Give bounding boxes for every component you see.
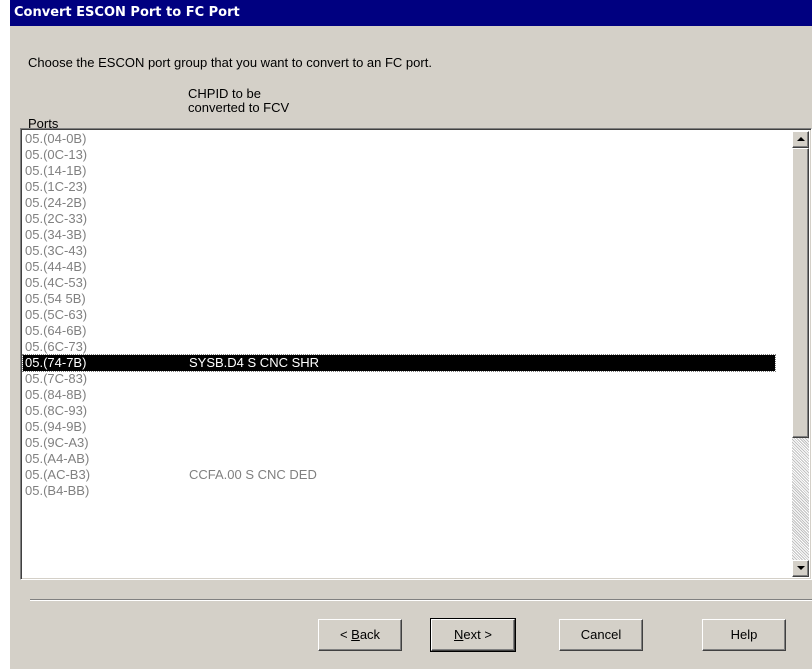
list-item[interactable]: 05.(34-3B) bbox=[23, 227, 775, 243]
list-item-port: 05.(1C-23) bbox=[25, 179, 88, 194]
next-button-mnemonic: N bbox=[454, 627, 464, 642]
list-item[interactable]: 05.(74-7B) SYSB.D4 S CNC SHR bbox=[22, 354, 776, 372]
column-header-chpid-line2: converted to FCV bbox=[188, 100, 290, 115]
list-item[interactable]: 05.(6C-73) bbox=[23, 339, 775, 355]
list-item-port: 05.(A4-AB) bbox=[25, 451, 90, 466]
list-item[interactable]: 05.(24-2B) bbox=[23, 195, 775, 211]
list-item[interactable]: 05.(44-4B) bbox=[23, 259, 775, 275]
port-group-rows: 05.(04-0B) 05.(0C-13) 05.(14-1B) 05.(1C-23)… bbox=[22, 131, 776, 499]
column-header-chpid-line1: CHPID to be bbox=[188, 86, 261, 101]
list-item-port: 05.(94-9B) bbox=[25, 419, 87, 434]
list-item[interactable]: 05.(54 5B) bbox=[23, 291, 775, 307]
list-item-port: 05.(04-0B) bbox=[25, 131, 87, 146]
next-button[interactable]: Next > bbox=[430, 618, 516, 652]
list-item-port: 05.(64-6B) bbox=[25, 323, 87, 338]
list-item[interactable]: 05.(0C-13) bbox=[23, 147, 775, 163]
list-item[interactable]: 05.(4C-53) bbox=[23, 275, 775, 291]
list-item-port: 05.(4C-53) bbox=[25, 275, 88, 290]
list-item-port: 05.(34-3B) bbox=[25, 227, 87, 242]
next-button-rest: ext bbox=[463, 627, 481, 642]
list-item-port: 05.(2C-33) bbox=[25, 211, 88, 226]
list-item[interactable]: 05.(94-9B) bbox=[23, 419, 775, 435]
instruction-text: Choose the ESCON port group that you wan… bbox=[28, 55, 432, 70]
list-item-port: 05.(24-2B) bbox=[25, 195, 87, 210]
list-item-chpid: SYSB.D4 S CNC SHR bbox=[189, 355, 320, 370]
dialog-title: Convert ESCON Port to FC Port bbox=[10, 0, 812, 26]
list-item[interactable]: 05.(04-0B) bbox=[23, 131, 775, 147]
list-item[interactable]: 05.(A4-AB) bbox=[23, 451, 775, 467]
scroll-up-arrow-icon bbox=[797, 137, 805, 141]
list-item-port: 05.(44-4B) bbox=[25, 259, 87, 274]
list-item-port: 05.(84-8B) bbox=[25, 387, 87, 402]
list-item-port: 05.(AC-B3) bbox=[25, 467, 91, 482]
back-button-rest: ack bbox=[359, 627, 381, 642]
list-item[interactable]: 05.(1C-23) bbox=[23, 179, 775, 195]
list-item-chpid: CCFA.00 S CNC DED bbox=[189, 467, 317, 482]
list-item-port: 05.(3C-43) bbox=[25, 243, 88, 258]
scroll-up-button[interactable] bbox=[792, 131, 809, 148]
separator-line bbox=[30, 599, 812, 601]
list-item-port: 05.(54 5B) bbox=[25, 291, 86, 306]
list-item[interactable]: 05.(8C-93) bbox=[23, 403, 775, 419]
list-item[interactable]: 05.(9C-A3) bbox=[23, 435, 775, 451]
list-item[interactable]: 05.(64-6B) bbox=[23, 323, 775, 339]
list-item[interactable]: 05.(B4-BB) bbox=[23, 483, 775, 499]
list-item[interactable]: 05.(5C-63) bbox=[23, 307, 775, 323]
list-item-port: 05.(5C-63) bbox=[25, 307, 88, 322]
list-item[interactable]: 05.(7C-83) bbox=[23, 371, 775, 387]
scroll-down-arrow-icon bbox=[797, 566, 805, 570]
help-button[interactable]: Help bbox=[702, 619, 786, 651]
next-button-suffix: > bbox=[480, 627, 492, 642]
scroll-down-button[interactable] bbox=[792, 560, 809, 577]
list-item-port: 05.(74-7B) bbox=[25, 355, 87, 370]
list-item-port: 05.(0C-13) bbox=[25, 147, 88, 162]
list-item-port: 05.(9C-A3) bbox=[25, 435, 89, 450]
list-item-port: 05.(14-1B) bbox=[25, 163, 87, 178]
list-item-port: 05.(8C-93) bbox=[25, 403, 88, 418]
vertical-scrollbar[interactable] bbox=[792, 131, 809, 577]
list-item[interactable]: 05.(2C-33) bbox=[23, 211, 775, 227]
back-button-prefix: < bbox=[339, 627, 352, 642]
cancel-button[interactable]: Cancel bbox=[559, 619, 643, 651]
list-item[interactable]: 05.(3C-43) bbox=[23, 243, 775, 259]
convert-port-dialog: Convert ESCON Port to FC Port Choose the… bbox=[10, 0, 812, 669]
scrollbar-thumb[interactable] bbox=[792, 148, 809, 438]
column-header-chpid: CHPID to be converted to FCV bbox=[188, 87, 348, 115]
list-item[interactable]: 05.(14-1B) bbox=[23, 163, 775, 179]
list-item[interactable]: 05.(84-8B) bbox=[23, 387, 775, 403]
back-button-mnemonic: B bbox=[351, 627, 360, 642]
list-item[interactable]: 05.(AC-B3) CCFA.00 S CNC DED bbox=[23, 467, 775, 483]
list-item-port: 05.(7C-83) bbox=[25, 371, 88, 386]
back-button[interactable]: < Back bbox=[318, 619, 402, 651]
port-group-listbox[interactable]: 05.(04-0B) 05.(0C-13) 05.(14-1B) 05.(1C-23)… bbox=[20, 128, 812, 580]
list-item-port: 05.(6C-73) bbox=[25, 339, 88, 354]
list-item-port: 05.(B4-BB) bbox=[25, 483, 90, 498]
